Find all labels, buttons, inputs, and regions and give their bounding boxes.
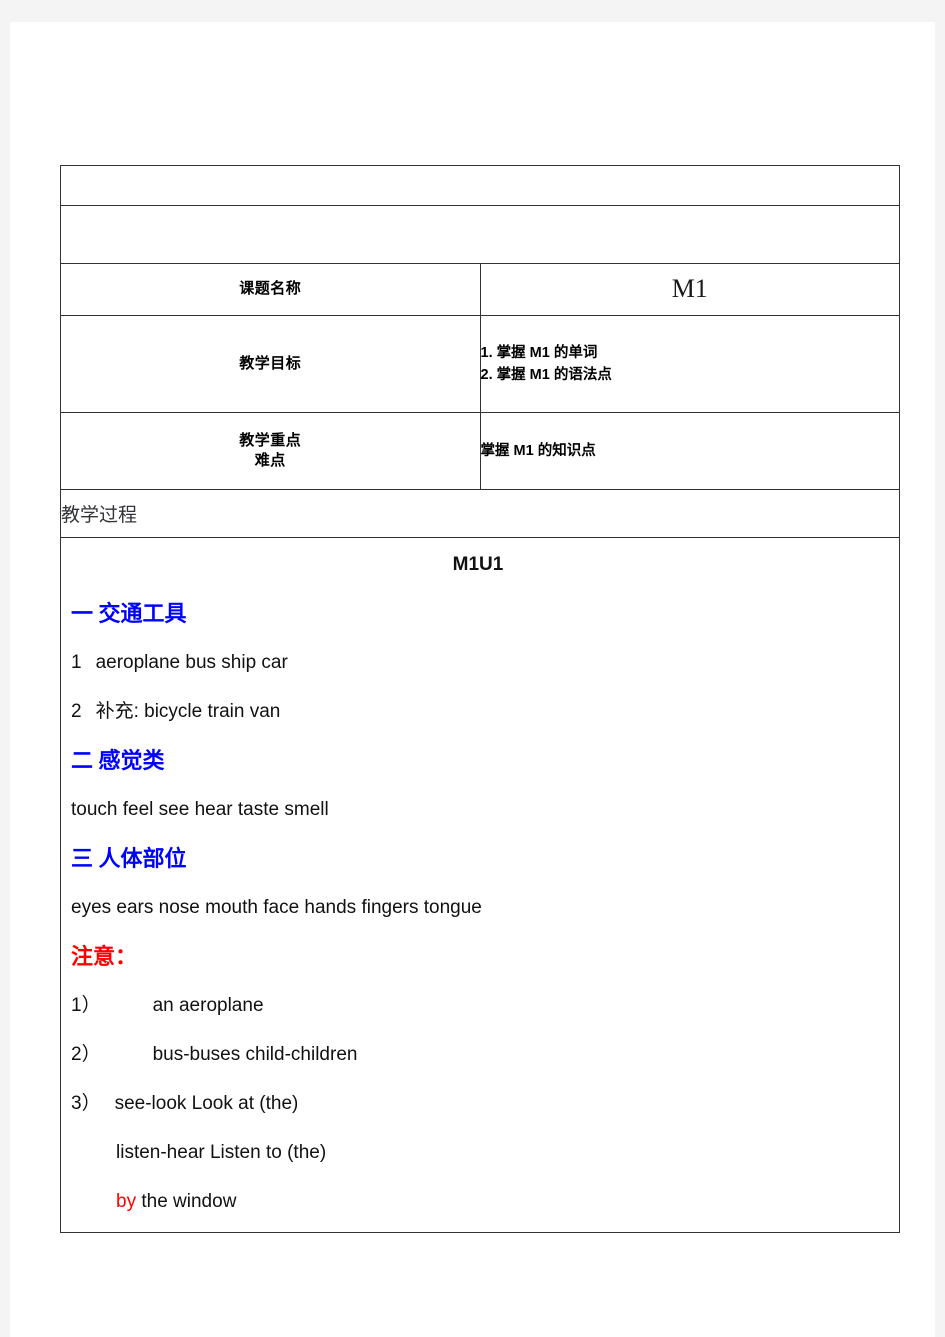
transport-line-1: 1 aeroplane bus ship car [61, 638, 899, 687]
value-course-title: M1 [479, 263, 900, 316]
value-teaching-goal: 1. 掌握 M1 的单词 2. 掌握 M1 的语法点 [479, 315, 900, 413]
label-teaching-goal: 教学目标 [60, 315, 481, 413]
note-continuation-1: listen-hear Listen to (the) [116, 1142, 327, 1163]
transport-line-1-text: aeroplane bus ship car [95, 652, 288, 673]
goal-item-2: 2. 掌握 M1 的语法点 [480, 367, 612, 383]
note-item-1: 1） an aeroplane [61, 981, 899, 1030]
note-final-line: by the window [61, 1177, 899, 1226]
note-2-text: bus-buses child-children [152, 1044, 358, 1065]
blank-cell-2 [60, 205, 900, 264]
value-teaching-focus: 掌握 M1 的知识点 [479, 412, 900, 490]
note-2-marker: 2） [71, 1044, 101, 1065]
body-parts-word-list: eyes ears nose mouth face hands fingers … [71, 897, 482, 918]
document-page: 课题名称 M1 教学目标 1. 掌握 M1 的单词 2. 掌握 M1 的语法点 … [10, 22, 935, 1337]
lesson-plan-table: 课题名称 M1 教学目标 1. 掌握 M1 的单词 2. 掌握 M1 的语法点 … [60, 165, 900, 1233]
lesson-content-cell: M1U1 一 交通工具 1 aeroplane bus ship car 2 补充:… [60, 537, 900, 1233]
table-row-blank-1 [60, 165, 900, 206]
senses-word-list: touch feel see hear taste smell [71, 799, 329, 820]
label-focus-line-1: 教学重点 [239, 431, 302, 449]
table-row-goal: 教学目标 1. 掌握 M1 的单词 2. 掌握 M1 的语法点 [60, 315, 900, 413]
section-heading-body-parts: 三 人体部位 [71, 846, 187, 871]
note-final-rest: the window [136, 1191, 237, 1212]
table-row-process: 教学过程 [60, 489, 900, 538]
label-teaching-process: 教学过程 [60, 489, 900, 538]
note-3-text: see-look Look at (the) [114, 1093, 299, 1114]
note-1-marker: 1） [71, 995, 101, 1016]
table-row-focus: 教学重点 难点 掌握 M1 的知识点 [60, 412, 900, 490]
attention-heading: 注意： [71, 944, 138, 969]
unit-heading: M1U1 [452, 554, 504, 575]
transport-line-1-number: 1 [71, 652, 82, 673]
table-row-blank-2 [60, 205, 900, 264]
goal-item-1: 1. 掌握 M1 的单词 [480, 344, 598, 361]
note-final-highlight: by [116, 1191, 137, 1212]
note-3-marker: 3） [71, 1093, 101, 1114]
section-heading-transport: 一 交通工具 [71, 601, 187, 626]
blank-cell-1 [60, 165, 900, 206]
note-item-3: 3） see-look Look at (the) [61, 1079, 899, 1128]
table-row-content: M1U1 一 交通工具 1 aeroplane bus ship car 2 补充:… [60, 537, 900, 1233]
label-focus-line-2: 难点 [254, 452, 286, 469]
label-course-title: 课题名称 [60, 263, 481, 316]
transport-line-2-text: 补充: bicycle train van [95, 701, 281, 722]
note-1-text: an aeroplane [152, 995, 264, 1016]
table-row-title: 课题名称 M1 [60, 263, 900, 316]
note-item-2: 2） bus-buses child-children [61, 1030, 899, 1079]
lesson-content: M1U1 一 交通工具 1 aeroplane bus ship car 2 补充:… [61, 538, 899, 1232]
label-teaching-focus: 教学重点 难点 [60, 412, 481, 490]
transport-line-2: 2 补充: bicycle train van [61, 687, 899, 736]
transport-line-2-number: 2 [71, 701, 82, 722]
section-heading-senses: 二 感觉类 [71, 748, 165, 773]
